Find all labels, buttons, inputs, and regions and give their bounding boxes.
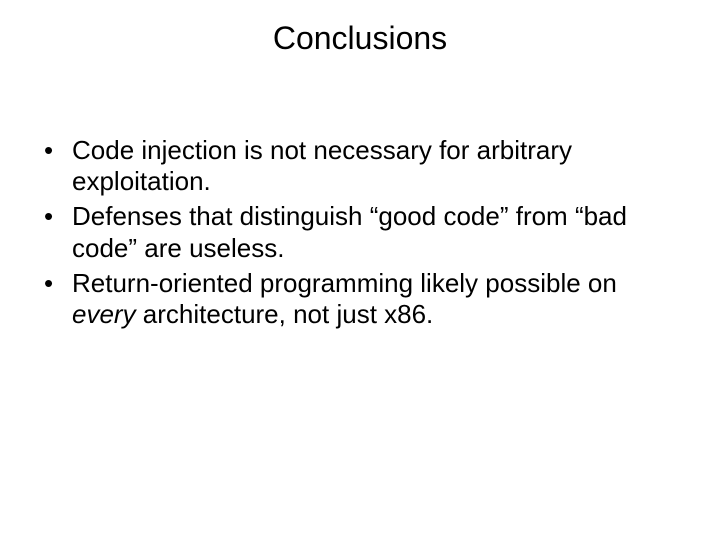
bullet-text-em: every bbox=[72, 299, 136, 329]
list-item: • Code injection is not necessary for ar… bbox=[40, 135, 680, 197]
bullet-list: • Code injection is not necessary for ar… bbox=[40, 135, 680, 330]
slide-body: • Code injection is not necessary for ar… bbox=[40, 135, 680, 334]
bullet-icon: • bbox=[44, 268, 53, 299]
bullet-icon: • bbox=[44, 135, 53, 166]
bullet-icon: • bbox=[44, 201, 53, 232]
list-item: • Return-oriented programming likely pos… bbox=[40, 268, 680, 330]
bullet-text-post: architecture, not just x86. bbox=[136, 299, 434, 329]
slide-title: Conclusions bbox=[0, 20, 720, 57]
slide: Conclusions • Code injection is not nece… bbox=[0, 0, 720, 540]
bullet-text: Defenses that distinguish “good code” fr… bbox=[72, 201, 627, 262]
list-item: • Defenses that distinguish “good code” … bbox=[40, 201, 680, 263]
bullet-text-pre: Return-oriented programming likely possi… bbox=[72, 268, 617, 298]
bullet-text: Code injection is not necessary for arbi… bbox=[72, 135, 572, 196]
